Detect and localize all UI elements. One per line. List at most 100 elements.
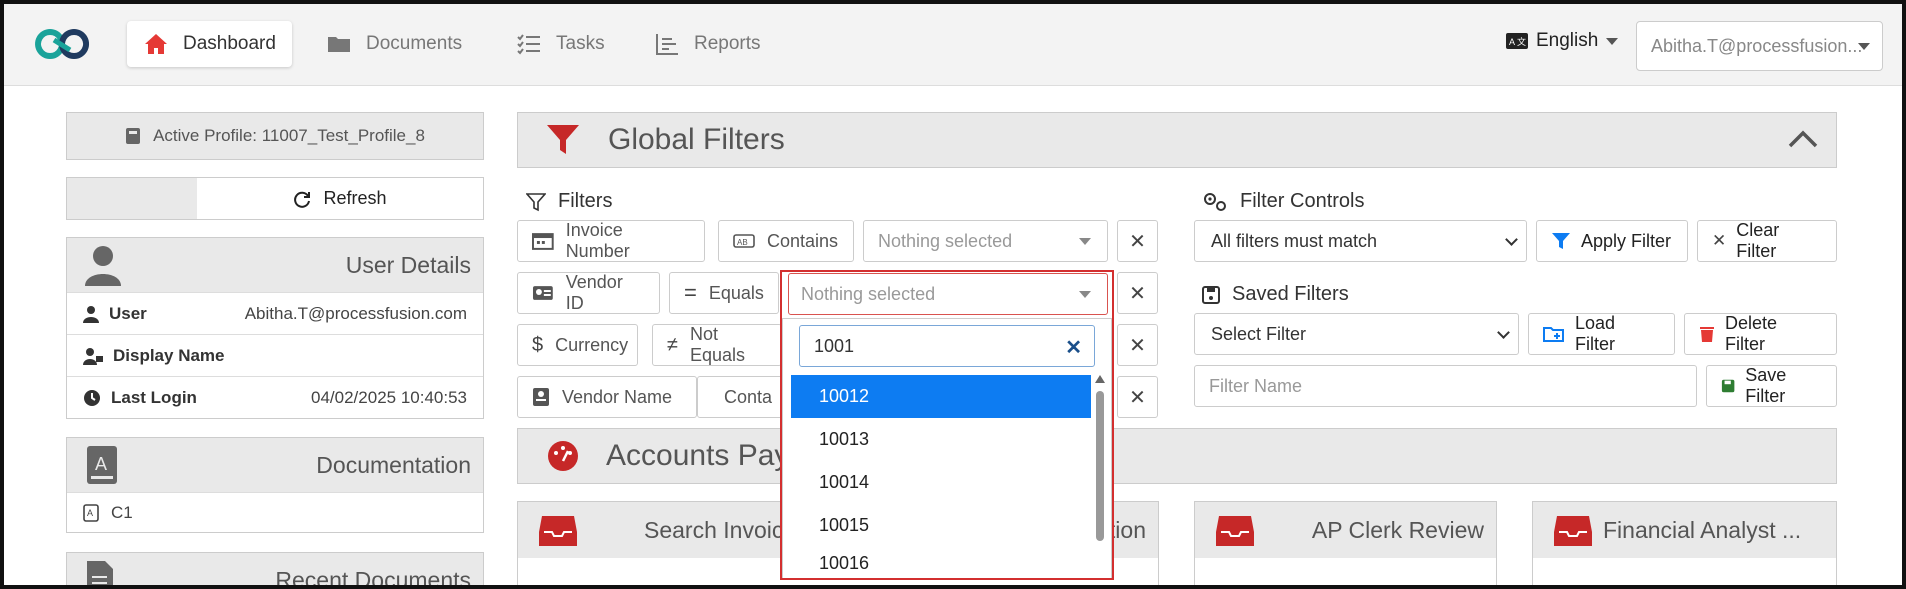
home-icon xyxy=(145,34,167,54)
floppy-disk-icon xyxy=(1202,285,1220,304)
filter-operator-label: Not Equals xyxy=(689,324,746,365)
inbox-icon xyxy=(1216,516,1254,546)
saved-filter-placeholder: Select Filter xyxy=(1211,323,1307,344)
recent-documents-title: Recent Documents xyxy=(275,566,471,589)
id-badge-icon xyxy=(533,388,549,406)
user-menu-dropdown[interactable]: Abitha.T@processfusion... xyxy=(1636,21,1883,71)
refresh-icon xyxy=(294,191,311,208)
card-title: AP Clerk Review xyxy=(1311,516,1484,543)
card-title: Financial Analyst ... xyxy=(1603,516,1802,543)
filter-field-vendor-name[interactable]: Vendor Name xyxy=(517,376,697,418)
filter-field-vendor-id[interactable]: Vendor ID xyxy=(517,272,660,314)
documentation-item[interactable]: A C1 xyxy=(67,492,483,532)
last-login-key: Last Login xyxy=(111,387,197,407)
nav-reports-label: Reports xyxy=(694,33,761,54)
active-profile-label: Active Profile: 11007_Test_Profile_8 xyxy=(153,126,425,145)
last-login-row: Last Login 04/02/2025 10:40:53 xyxy=(67,376,483,418)
filter-operator-contains[interactable]: AB Conta xyxy=(697,376,787,418)
saved-filter-select[interactable]: Select Filter xyxy=(1194,313,1519,355)
filter-operator-label: Equals xyxy=(708,282,764,303)
filters-label-text: Filters xyxy=(558,190,613,212)
file-icon xyxy=(87,561,113,585)
chevron-up-icon[interactable] xyxy=(1788,129,1818,149)
filter-operator-contains[interactable]: AB Contains xyxy=(718,220,854,262)
apply-filter-button[interactable]: Apply Filter xyxy=(1536,220,1688,262)
active-profile-bar: Active Profile: 11007_Test_Profile_8 xyxy=(66,112,484,160)
filter-value-placeholder: Nothing selected xyxy=(878,230,1013,251)
recent-documents-panel: Recent Documents xyxy=(66,552,484,589)
display-name-row: Display Name xyxy=(67,334,483,376)
recent-documents-header: Recent Documents xyxy=(67,553,483,589)
clear-filter-label: Clear Filter xyxy=(1736,220,1780,261)
documentation-item-label: C1 xyxy=(111,502,133,522)
load-filter-button[interactable]: Load Filter xyxy=(1528,313,1675,355)
delete-filter-button[interactable]: Delete Filter xyxy=(1684,313,1837,355)
accounts-payable-title: Accounts Paya xyxy=(606,439,807,472)
user-value: Abitha.T@processfusion.com xyxy=(244,303,467,323)
filter-value-select[interactable]: Nothing selected xyxy=(863,220,1108,262)
not-equal-icon: ≠ xyxy=(667,333,678,356)
caret-down-icon xyxy=(1606,37,1619,45)
clock-icon xyxy=(84,389,100,406)
gears-icon xyxy=(1204,192,1226,211)
match-mode-select[interactable]: All filters must match xyxy=(1194,220,1527,262)
tasks-icon xyxy=(517,34,540,55)
filter-operator-label: Conta xyxy=(724,386,773,407)
delete-filter-label: Delete Filter xyxy=(1725,313,1778,354)
nav-tasks[interactable]: Tasks xyxy=(500,21,621,67)
nav-documents[interactable]: Documents xyxy=(310,21,478,67)
close-icon: ✕ xyxy=(1129,334,1146,357)
filter-name-input[interactable]: Filter Name xyxy=(1194,365,1697,407)
documentation-title: Documentation xyxy=(316,451,471,478)
documentation-header: A Documentation xyxy=(67,438,483,492)
trash-icon xyxy=(1700,327,1714,342)
financial-analyst-card[interactable]: Financial Analyst ... xyxy=(1532,501,1837,585)
remove-filter-button[interactable]: ✕ xyxy=(1117,220,1158,262)
user-avatar-icon xyxy=(85,246,121,286)
nav-documents-label: Documents xyxy=(366,33,463,54)
floppy-disk-icon xyxy=(1721,379,1735,393)
remove-filter-button[interactable]: ✕ xyxy=(1117,324,1158,366)
filter-controls-label: Filter Controls xyxy=(1202,190,1364,213)
language-label: English xyxy=(1536,30,1599,51)
load-filter-label: Load Filter xyxy=(1574,313,1616,354)
ap-clerk-review-card[interactable]: AP Clerk Review xyxy=(1194,501,1497,585)
nav-reports[interactable]: Reports xyxy=(638,21,777,67)
nav-dashboard[interactable]: Dashboard xyxy=(127,21,292,67)
refresh-spacer xyxy=(67,178,197,219)
global-filters-header[interactable]: Global Filters xyxy=(517,112,1837,168)
user-email-label: Abitha.T@processfusion... xyxy=(1651,35,1863,56)
filter-field-label: Currency xyxy=(555,334,629,355)
app-logo[interactable] xyxy=(32,26,92,62)
filter-field-invoice-number[interactable]: Invoice Number xyxy=(517,220,705,262)
remove-filter-button[interactable]: ✕ xyxy=(1117,376,1158,418)
display-name-key: Display Name xyxy=(113,345,225,365)
filter-field-label: Vendor Name xyxy=(562,386,673,407)
top-navbar: Dashboard Documents Tasks Reports A 文 En… xyxy=(4,4,1902,86)
apply-filter-label: Apply Filter xyxy=(1581,230,1672,251)
saved-filters-text: Saved Filters xyxy=(1232,283,1349,305)
card-title: Search Invoic xyxy=(644,516,784,543)
nav-tasks-label: Tasks xyxy=(556,33,605,54)
language-selector[interactable]: A 文 English xyxy=(1506,30,1619,52)
save-filter-button[interactable]: Save Filter xyxy=(1706,365,1837,407)
accounts-payable-header: Accounts Paya xyxy=(517,428,1837,484)
manual-book-icon: A xyxy=(87,446,117,484)
clear-filter-button[interactable]: ✕ Clear Filter xyxy=(1697,220,1837,262)
filter-field-currency[interactable]: $ Currency xyxy=(517,324,638,366)
filters-label: Filters xyxy=(526,190,612,213)
documentation-panel: A Documentation A C1 xyxy=(66,437,484,533)
filter-operator-equals[interactable]: = Equals xyxy=(669,272,779,314)
close-icon: ✕ xyxy=(1129,386,1146,409)
svg-text:A 文: A 文 xyxy=(1509,36,1526,47)
refresh-row: Refresh xyxy=(66,177,484,220)
last-login-value: 04/02/2025 10:40:53 xyxy=(311,387,467,407)
inbox-icon xyxy=(1554,516,1592,546)
close-icon: ✕ xyxy=(1129,282,1146,305)
remove-filter-button[interactable]: ✕ xyxy=(1117,272,1158,314)
refresh-button[interactable]: Refresh xyxy=(197,178,483,219)
folder-plus-icon xyxy=(1543,327,1564,342)
filter-operator-not-equals[interactable]: ≠ Not Equals xyxy=(652,324,782,366)
filter-field-label: Vendor ID xyxy=(565,272,623,313)
user-icon xyxy=(83,305,99,323)
